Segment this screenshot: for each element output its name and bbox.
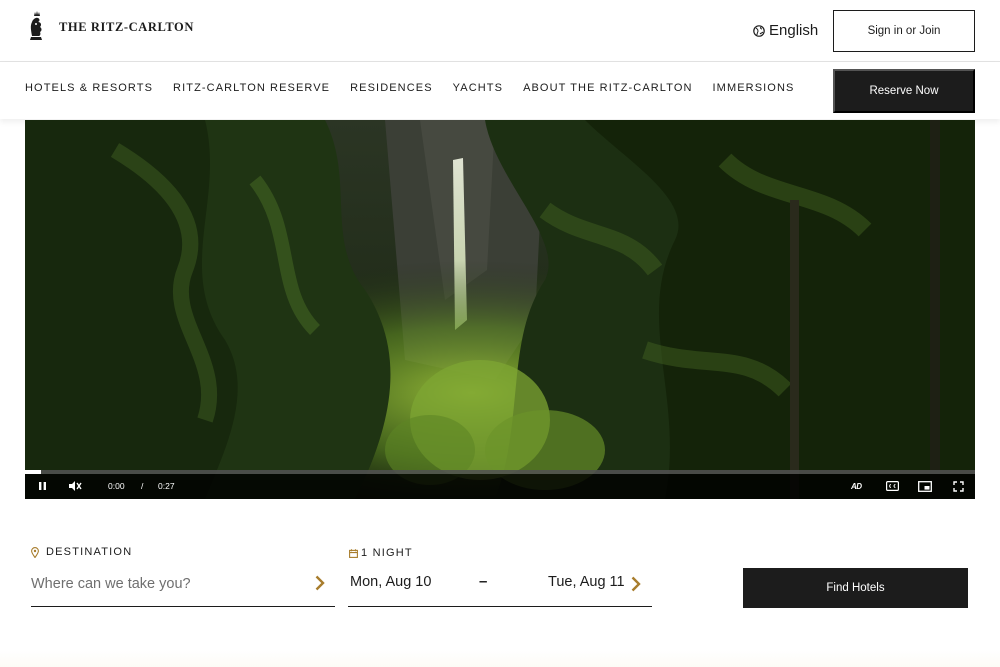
duration: 0:27 bbox=[158, 481, 175, 491]
nav-list: HOTELS & RESORTS RITZ-CARLTON RESERVE RE… bbox=[25, 82, 814, 94]
audio-description-button[interactable]: AD bbox=[851, 482, 862, 491]
calendar-icon bbox=[349, 548, 358, 558]
video-progress-fill bbox=[25, 470, 42, 474]
brand-name: THE RITZ-CARLTON bbox=[59, 19, 194, 34]
location-pin-icon bbox=[31, 546, 39, 558]
main-navigation: HOTELS & RESORTS RITZ-CARLTON RESERVE RE… bbox=[0, 62, 1000, 119]
time-separator: / bbox=[141, 481, 144, 491]
forest-waterfall-video-frame bbox=[25, 120, 975, 499]
nav-item-yachts[interactable]: YACHTS bbox=[453, 82, 503, 94]
nav-item-residences[interactable]: RESIDENCES bbox=[350, 82, 433, 94]
fullscreen-button[interactable] bbox=[951, 479, 965, 493]
destination-label: DESTINATION bbox=[31, 546, 132, 558]
muted-icon bbox=[69, 481, 82, 491]
reserve-now-button[interactable]: Reserve Now bbox=[833, 69, 975, 113]
globe-icon bbox=[753, 24, 765, 37]
picture-in-picture-icon bbox=[918, 480, 932, 492]
nav-item-ritz-carlton-reserve[interactable]: RITZ-CARLTON RESERVE bbox=[173, 82, 330, 94]
signin-button[interactable]: Sign in or Join bbox=[833, 10, 975, 52]
top-header: THE RITZ-CARLTON English Sign in or Join bbox=[0, 0, 1000, 62]
date-range-picker[interactable]: Mon, Aug 10 – Tue, Aug 11 bbox=[348, 566, 652, 607]
destination-chevron-right-icon[interactable] bbox=[314, 575, 326, 591]
closed-captions-button[interactable] bbox=[884, 479, 900, 493]
language-label: English bbox=[769, 22, 819, 39]
nav-item-about[interactable]: ABOUT THE RITZ-CARLTON bbox=[523, 82, 692, 94]
current-time: 0:00 bbox=[108, 481, 125, 491]
nights-label: 1 NIGHT bbox=[349, 547, 413, 559]
nav-item-hotels-resorts[interactable]: HOTELS & RESORTS bbox=[25, 82, 153, 94]
hero-video-player[interactable]: 0:00 / 0:27 AD bbox=[25, 120, 975, 499]
nav-item-immersions[interactable]: IMMERSIONS bbox=[713, 82, 795, 94]
video-progress-bar[interactable] bbox=[25, 470, 975, 474]
date-dash: – bbox=[479, 573, 488, 590]
language-selector[interactable]: English bbox=[753, 22, 818, 39]
destination-input[interactable] bbox=[31, 566, 335, 607]
picture-in-picture-button[interactable] bbox=[917, 479, 933, 493]
dates-chevron-right-icon[interactable] bbox=[630, 576, 642, 592]
checkin-date: Mon, Aug 10 bbox=[350, 574, 432, 590]
mute-button[interactable] bbox=[67, 479, 83, 493]
pause-button[interactable] bbox=[35, 479, 49, 493]
closed-captions-icon bbox=[885, 481, 899, 491]
video-controls: 0:00 / 0:27 AD bbox=[25, 470, 975, 499]
fullscreen-icon bbox=[952, 480, 964, 492]
find-hotels-button[interactable]: Find Hotels bbox=[743, 568, 968, 608]
destination-label-text: DESTINATION bbox=[46, 546, 133, 558]
nights-label-text: 1 NIGHT bbox=[361, 547, 413, 559]
next-section-edge bbox=[0, 650, 1000, 667]
pause-icon bbox=[38, 482, 46, 490]
brand-logo[interactable]: THE RITZ-CARLTON bbox=[25, 10, 194, 44]
lion-crown-logo-icon bbox=[30, 11, 42, 40]
checkout-date: Tue, Aug 11 bbox=[548, 574, 625, 590]
